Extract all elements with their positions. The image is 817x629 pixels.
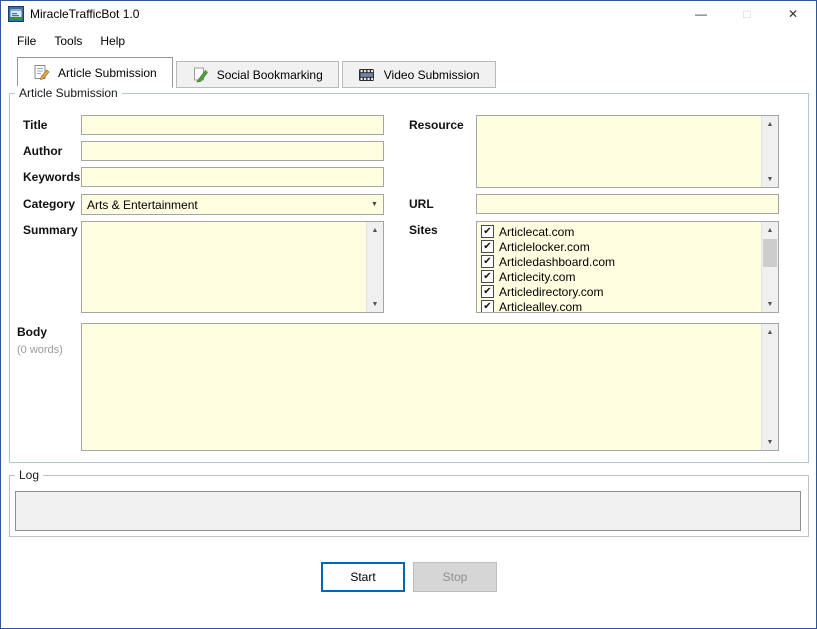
site-row[interactable]: ✔ Articledashboard.com (481, 254, 761, 269)
tab-video-submission-label: Video Submission (384, 68, 480, 82)
app-window: MiracleTrafficBot 1.0 — □ ✕ File Tools H… (0, 0, 817, 629)
keywords-input[interactable] (81, 167, 384, 187)
tab-article-submission[interactable]: Article Submission (17, 57, 173, 88)
summary-field-frame: ▲ ▼ (81, 221, 384, 313)
site-checkbox[interactable]: ✔ (481, 240, 494, 253)
tab-article-submission-label: Article Submission (58, 66, 157, 80)
menu-bar: File Tools Help (1, 27, 816, 54)
body-label: Body (17, 325, 47, 339)
chevron-down-icon: ▼ (366, 201, 383, 208)
site-checkbox[interactable]: ✔ (481, 270, 494, 283)
sites-label: Sites (409, 223, 438, 237)
scroll-down-icon[interactable]: ▼ (762, 434, 778, 450)
site-row[interactable]: ✔ Articlealley.com (481, 299, 761, 313)
resource-scrollbar[interactable]: ▲ ▼ (761, 116, 778, 187)
app-icon (8, 6, 24, 22)
site-checkbox[interactable]: ✔ (481, 285, 494, 298)
site-row[interactable]: ✔ Articlecat.com (481, 224, 761, 239)
log-output (15, 491, 801, 531)
body-word-count: (0 words) (17, 344, 63, 356)
site-row[interactable]: ✔ Articlecity.com (481, 269, 761, 284)
site-label: Articlelocker.com (499, 240, 590, 254)
scroll-down-icon[interactable]: ▼ (762, 171, 778, 187)
category-select[interactable]: Arts & Entertainment ▼ (81, 194, 384, 215)
tab-strip: Article Submission Social Bookmarking (17, 57, 499, 88)
title-label: Title (23, 118, 47, 132)
tab-social-bookmarking-label: Social Bookmarking (217, 68, 323, 82)
stop-button: Stop (413, 562, 497, 592)
body-textarea[interactable] (82, 324, 761, 450)
menu-tools[interactable]: Tools (45, 30, 91, 52)
resource-field-frame: ▲ ▼ (476, 115, 779, 188)
site-label: Articledirectory.com (499, 285, 603, 299)
sites-list: ✔ Articlecat.com ✔ Articlelocker.com ✔ A… (476, 221, 779, 313)
scrollbar-thumb[interactable] (763, 239, 777, 267)
site-label: Articlecity.com (499, 270, 575, 284)
site-rows: ✔ Articlecat.com ✔ Articlelocker.com ✔ A… (477, 222, 761, 312)
sites-scrollbar[interactable]: ▲ ▼ (761, 222, 778, 312)
summary-textarea[interactable] (82, 222, 366, 312)
summary-scrollbar[interactable]: ▲ ▼ (366, 222, 383, 312)
resource-label: Resource (409, 118, 464, 132)
site-row[interactable]: ✔ Articledirectory.com (481, 284, 761, 299)
start-button[interactable]: Start (321, 562, 405, 592)
article-group-title: Article Submission (15, 86, 122, 100)
scroll-up-icon[interactable]: ▲ (367, 222, 383, 238)
article-submission-icon (33, 64, 50, 81)
resource-textarea[interactable] (477, 116, 761, 187)
scroll-up-icon[interactable]: ▲ (762, 116, 778, 132)
body-field-frame: ▲ ▼ (81, 323, 779, 451)
keywords-label: Keywords (23, 170, 80, 184)
url-input[interactable] (476, 194, 779, 214)
title-input[interactable] (81, 115, 384, 135)
site-row[interactable]: ✔ Articlelocker.com (481, 239, 761, 254)
menu-help[interactable]: Help (91, 30, 134, 52)
site-checkbox[interactable]: ✔ (481, 225, 494, 238)
url-label: URL (409, 197, 434, 211)
tab-social-bookmarking[interactable]: Social Bookmarking (176, 61, 339, 88)
author-label: Author (23, 144, 62, 158)
scroll-up-icon[interactable]: ▲ (762, 222, 778, 238)
site-label: Articlealley.com (499, 300, 582, 314)
summary-label: Summary (23, 223, 78, 237)
scroll-down-icon[interactable]: ▼ (367, 296, 383, 312)
video-submission-icon (358, 67, 376, 83)
site-checkbox[interactable]: ✔ (481, 255, 494, 268)
window-title: MiracleTrafficBot 1.0 (30, 7, 139, 21)
log-group-title: Log (15, 468, 43, 482)
author-input[interactable] (81, 141, 384, 161)
scroll-up-icon[interactable]: ▲ (762, 324, 778, 340)
close-button[interactable]: ✕ (770, 1, 816, 27)
site-label: Articlecat.com (499, 225, 574, 239)
category-label: Category (23, 197, 75, 211)
site-checkbox[interactable]: ✔ (481, 300, 494, 313)
site-label: Articledashboard.com (499, 255, 615, 269)
category-selected-value: Arts & Entertainment (82, 198, 366, 212)
social-bookmarking-icon (192, 66, 209, 83)
maximize-button: □ (724, 1, 770, 27)
window-controls: — □ ✕ (678, 1, 816, 27)
body-scrollbar[interactable]: ▲ ▼ (761, 324, 778, 450)
minimize-button[interactable]: — (678, 1, 724, 27)
tab-video-submission[interactable]: Video Submission (342, 61, 496, 88)
titlebar: MiracleTrafficBot 1.0 — □ ✕ (1, 1, 816, 27)
menu-file[interactable]: File (8, 30, 45, 52)
scroll-down-icon[interactable]: ▼ (762, 296, 778, 312)
